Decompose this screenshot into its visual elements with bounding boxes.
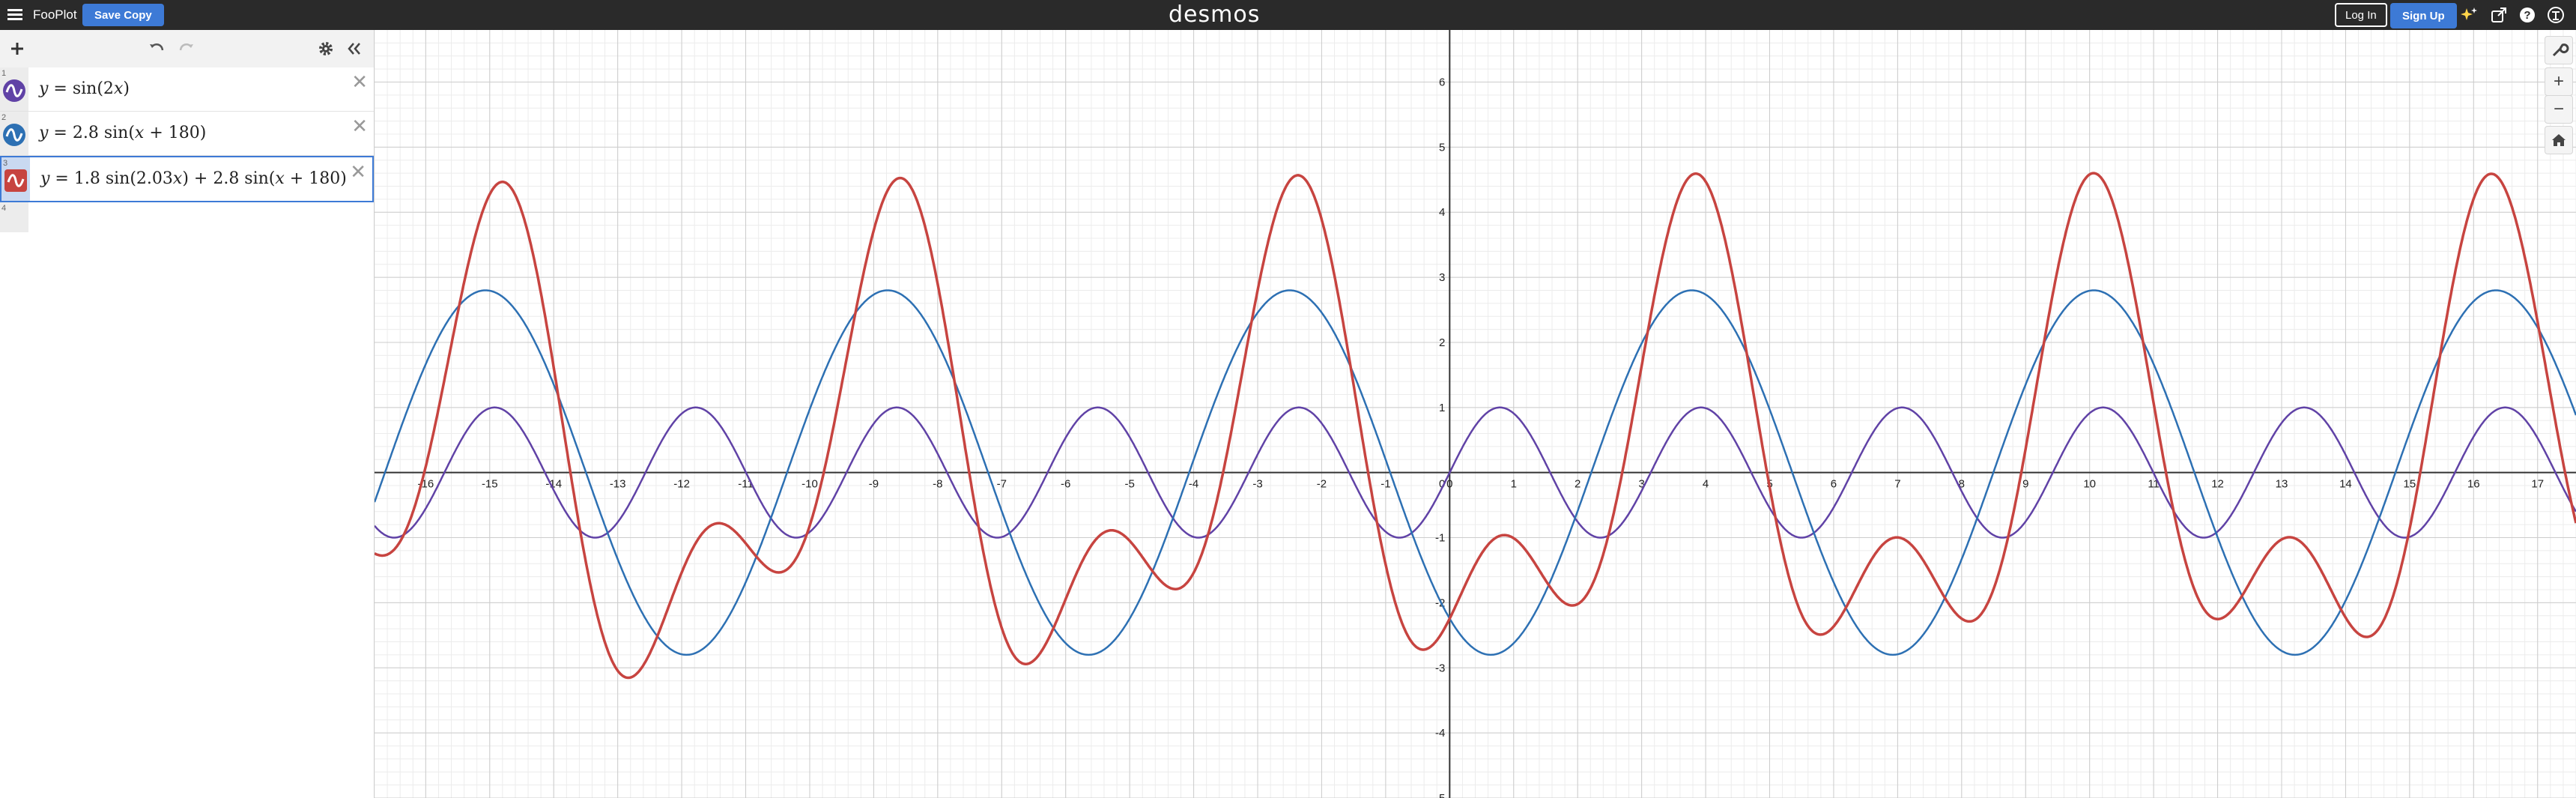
y-tick-label: 3	[1439, 271, 1445, 284]
sparkle-icon[interactable]	[2458, 4, 2479, 25]
x-tick-label: -7	[997, 478, 1007, 491]
x-tick-label: 17	[2531, 478, 2544, 491]
y-tick-label: 4	[1439, 206, 1445, 219]
x-tick-label: -2	[1317, 478, 1327, 491]
x-tick-label: -8	[933, 478, 942, 491]
x-tick-label: -9	[869, 478, 879, 491]
expression-input[interactable]: y = 2.8 sin(x + 180)	[39, 124, 206, 142]
x-tick-label: 16	[2467, 478, 2480, 491]
x-tick-label: 1	[1511, 478, 1517, 491]
x-tick-label: 3	[1638, 478, 1644, 491]
expression-index: 4	[1, 204, 7, 213]
y-tick-label: 2	[1439, 336, 1445, 349]
x-tick-label: -6	[1061, 478, 1070, 491]
x-tick-label: 12	[2211, 478, 2224, 491]
y-tick-label: -5	[1435, 792, 1445, 798]
plus-icon[interactable]	[6, 37, 28, 60]
gear-icon[interactable]	[315, 37, 337, 60]
expression-index: 1	[1, 69, 7, 78]
share-icon[interactable]	[2488, 4, 2509, 25]
x-tick-label: -4	[1189, 478, 1198, 491]
x-tick-label: 15	[2404, 478, 2416, 491]
graph-title: FooPlot	[33, 7, 77, 22]
x-tick-label: 13	[2276, 478, 2288, 491]
zoom-out-button[interactable]: −	[2545, 95, 2573, 124]
y-tick-label: 1	[1439, 402, 1445, 414]
x-tick-label: -13	[610, 478, 626, 491]
expression-gutter: 1	[0, 67, 28, 111]
x-tick-label: -15	[482, 478, 498, 491]
x-tick-label: -10	[801, 478, 818, 491]
graph-color-icon[interactable]	[3, 124, 25, 146]
graph-color-icon[interactable]	[3, 79, 25, 102]
expression-row[interactable]: 1 y = sin(2x) ✕	[0, 67, 374, 112]
x-tick-label: 10	[2083, 478, 2096, 491]
log-in-button[interactable]: Log In	[2335, 3, 2387, 27]
expression-input[interactable]: y = sin(2x)	[39, 79, 130, 98]
expression-row-active[interactable]: 3 y = 1.8 sin(2.03x) + 2.8 sin(x + 180) …	[0, 156, 374, 202]
x-tick-label: -5	[1124, 478, 1134, 491]
expression-gutter: 2	[0, 112, 28, 155]
delete-expression-icon[interactable]: ✕	[351, 116, 368, 136]
zoom-in-button[interactable]: +	[2545, 67, 2573, 96]
delete-expression-icon[interactable]: ✕	[351, 72, 368, 91]
x-tick-label: -12	[673, 478, 690, 491]
y-tick-label: 6	[1439, 76, 1445, 88]
collapse-icon[interactable]	[343, 37, 366, 60]
expression-index: 3	[3, 159, 8, 168]
x-tick-label: -1	[1381, 478, 1390, 491]
x-tick-label: 2	[1575, 478, 1581, 491]
x-tick-label: 4	[1703, 478, 1709, 491]
menu-icon[interactable]	[7, 7, 22, 22]
y-tick-label: -3	[1435, 662, 1445, 674]
expression-row[interactable]: 2 y = 2.8 sin(x + 180) ✕	[0, 112, 374, 156]
svg-text:?: ?	[2524, 9, 2530, 22]
sign-up-button[interactable]: Sign Up	[2390, 3, 2457, 28]
y-tick-label: -1	[1435, 532, 1445, 545]
x-tick-label: 9	[2022, 478, 2028, 491]
expression-input[interactable]: y = 1.8 sin(2.03x) + 2.8 sin(x + 180)	[40, 169, 347, 188]
help-icon[interactable]: ?	[2517, 4, 2538, 25]
new-expression-row[interactable]: 4	[0, 202, 28, 232]
wrench-icon[interactable]	[2545, 36, 2573, 64]
expression-gutter: 3	[1, 157, 30, 201]
home-icon[interactable]	[2545, 126, 2573, 154]
y-tick-label: 5	[1439, 141, 1445, 154]
x-tick-label: -3	[1252, 478, 1262, 491]
redo-icon[interactable]	[175, 37, 198, 60]
top-bar: FooPlot Save Copy desmos Log In Sign Up …	[0, 0, 2576, 30]
language-icon[interactable]	[2545, 4, 2566, 25]
panel-toolbar	[0, 30, 374, 68]
x-tick-label: 14	[2339, 478, 2352, 491]
desmos-logo: desmos	[1169, 1, 1261, 28]
undo-icon[interactable]	[145, 37, 168, 60]
x-tick-label: 6	[1831, 478, 1837, 491]
delete-expression-icon[interactable]: ✕	[350, 162, 366, 181]
expression-panel: 1 y = sin(2x) ✕ 2 y = 2.8 sin(x + 180) ✕…	[0, 30, 375, 798]
save-copy-button[interactable]: Save Copy	[82, 4, 164, 26]
x-tick-label: 7	[1894, 478, 1900, 491]
expression-index: 2	[1, 113, 7, 122]
graph-paper[interactable]: -16 -15 -14 -13 -12 -11 -10 -9 -8 -7 -6 -5 -4 -3 -2 -1 0…	[375, 30, 2576, 798]
graph-color-icon[interactable]	[4, 169, 27, 192]
x-tick-label: 0	[1446, 478, 1452, 491]
y-tick-label: -4	[1435, 727, 1445, 740]
graph-canvas[interactable]: -16 -15 -14 -13 -12 -11 -10 -9 -8 -7 -6 -5 -4 -3 -2 -1 0…	[375, 30, 2576, 798]
